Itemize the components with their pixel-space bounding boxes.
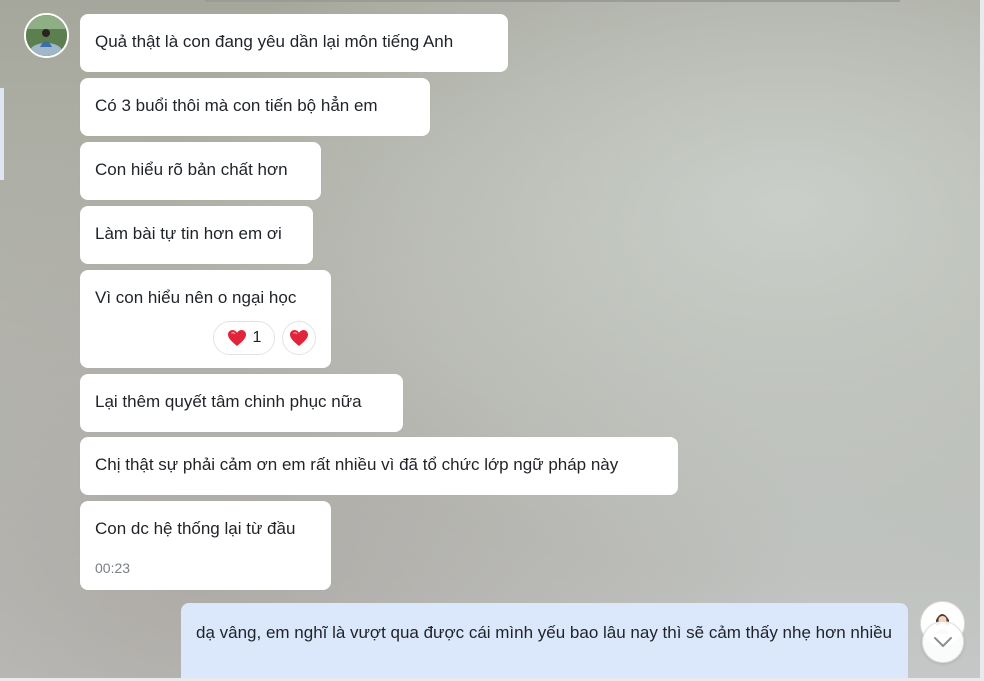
message-bubble[interactable]: Có 3 buổi thôi mà con tiến bộ hẳn em xyxy=(80,78,430,136)
window-frame-right xyxy=(980,0,984,681)
message-text: dạ vâng, em nghĩ là vượt qua được cái mì… xyxy=(196,623,893,642)
top-shade xyxy=(205,0,900,2)
message-bubble[interactable]: Lại thêm quyết tâm chinh phục nữa xyxy=(80,374,403,432)
message-text: Quả thật là con đang yêu dần lại môn tiế… xyxy=(95,32,454,51)
message-text: Chị thật sự phải cảm ơn em rất nhiều vì … xyxy=(95,455,619,474)
message-bubble[interactable]: Con hiểu rõ bản chất hơn xyxy=(80,142,321,200)
message-bubble[interactable]: Quả thật là con đang yêu dần lại môn tiế… xyxy=(80,14,508,72)
scroll-to-bottom-button[interactable] xyxy=(922,621,964,663)
message-bubble[interactable]: Con dc hệ thống lại từ đầu 00:23 xyxy=(80,501,331,590)
message-timestamp: 00:23 xyxy=(95,560,131,576)
chevron-down-icon xyxy=(934,637,952,647)
chat-window: Quả thật là con đang yêu dần lại môn tiế… xyxy=(0,0,984,681)
message-text: Có 3 buổi thôi mà con tiến bộ hẳn em xyxy=(95,96,378,115)
heart-icon xyxy=(227,330,246,346)
left-panel-edge xyxy=(0,88,4,180)
message-text: Con dc hệ thống lại từ đầu xyxy=(95,519,296,538)
message-text: Làm bài tự tin hơn em ơi xyxy=(95,224,282,243)
message-bubble[interactable]: Vì con hiểu nên o ngại học 1 xyxy=(80,270,331,368)
message-text: Con hiểu rõ bản chất hơn xyxy=(95,160,288,179)
reaction-summary[interactable]: 1 xyxy=(213,321,275,355)
message-bubble[interactable]: Làm bài tự tin hơn em ơi xyxy=(80,206,313,264)
sent-message-bubble[interactable]: dạ vâng, em nghĩ là vượt qua được cái mì… xyxy=(181,603,908,681)
message-text: Lại thêm quyết tâm chinh phục nữa xyxy=(95,392,362,411)
contact-avatar[interactable] xyxy=(24,13,69,58)
message-text: Vì con hiểu nên o ngại học xyxy=(95,288,297,307)
reaction-count: 1 xyxy=(252,329,262,346)
react-button[interactable] xyxy=(282,321,316,355)
heart-icon xyxy=(290,330,308,346)
message-bubble[interactable]: Chị thật sự phải cảm ơn em rất nhiều vì … xyxy=(80,437,678,495)
